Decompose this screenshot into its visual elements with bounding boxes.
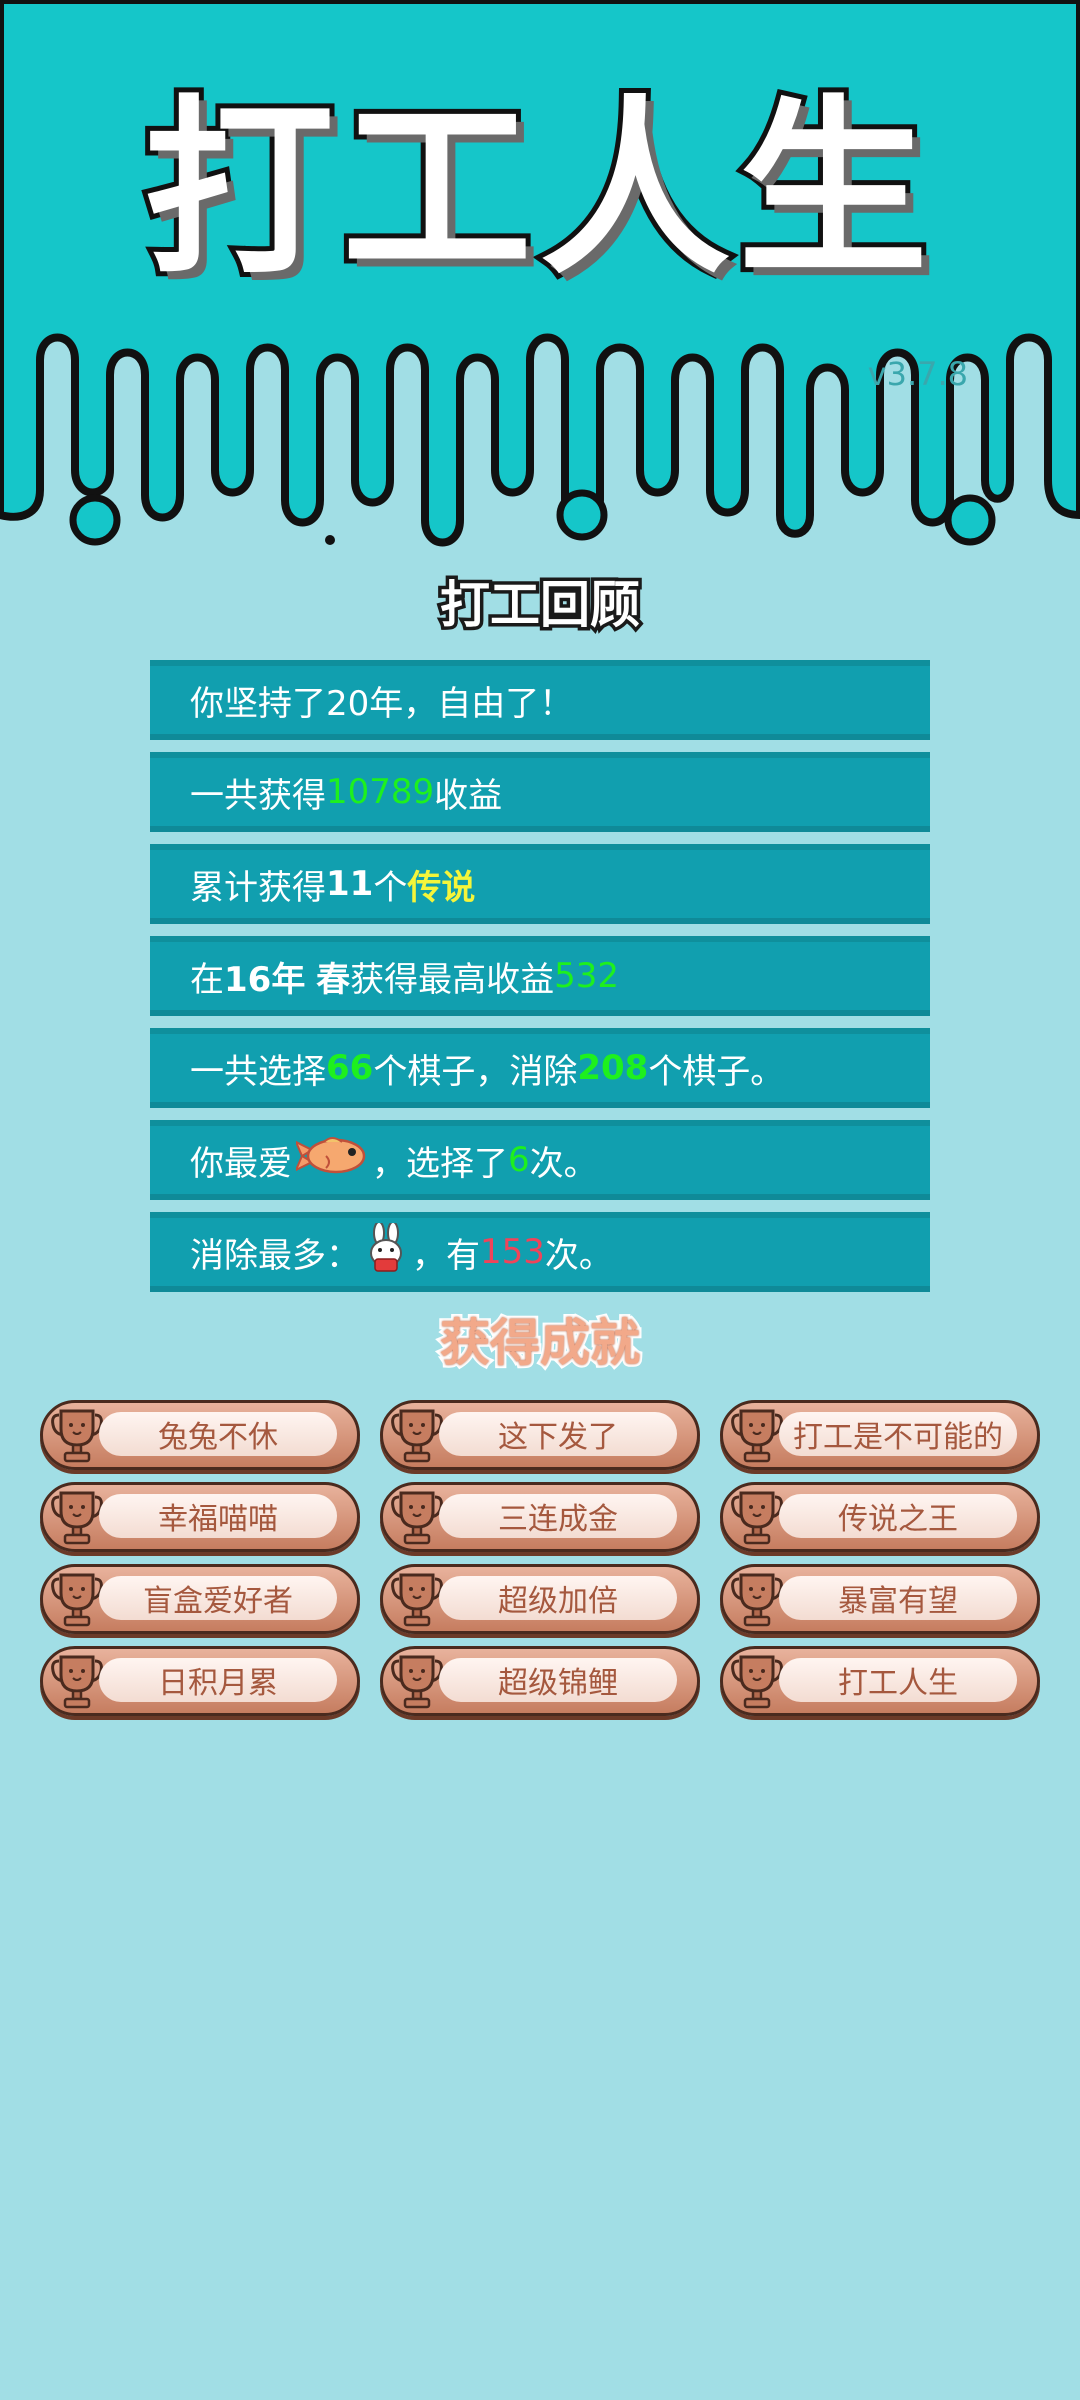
- achievement-badge-10[interactable]: 日积月累: [40, 1646, 360, 1716]
- fish-icon: [294, 1134, 368, 1187]
- removed-count: 208: [577, 1048, 649, 1088]
- trophy-icon: [729, 1489, 785, 1553]
- review-text: 一共选择: [190, 1051, 326, 1092]
- achievement-label: 打工是不可能的: [779, 1412, 1017, 1456]
- review-text: 累计获得: [190, 867, 326, 908]
- achievement-badge-8[interactable]: 超级加倍: [380, 1564, 700, 1634]
- trophy-icon: [49, 1407, 105, 1471]
- review-text: 获得最高收益: [350, 959, 555, 1000]
- review-text: 你最爱: [190, 1143, 292, 1184]
- achievement-label: 传说之王: [779, 1494, 1017, 1538]
- achievement-badge-2[interactable]: 这下发了: [380, 1400, 700, 1470]
- achievement-badge-4[interactable]: 幸福喵喵: [40, 1482, 360, 1552]
- version-label: v3.7.8: [867, 355, 968, 393]
- review-text: 你坚持了20年，自由了！: [190, 683, 574, 724]
- game-title: 打工人生: [139, 79, 936, 300]
- achievement-label: 三连成金: [439, 1494, 677, 1538]
- achievement-label: 幸福喵喵: [99, 1494, 337, 1538]
- review-text: 在: [190, 959, 224, 1000]
- review-row-pieces: 一共选择 66 个棋子，消除 208 个棋子。: [150, 1028, 930, 1108]
- achievements-section-title: 获得成就: [437, 1314, 643, 1372]
- achievement-badge-11[interactable]: 超级锦鲤: [380, 1646, 700, 1716]
- review-text: 一共获得: [190, 775, 326, 816]
- income-value: 10789: [326, 772, 435, 812]
- best-income-value: 532: [554, 956, 620, 996]
- achievement-label: 盲盒爱好者: [99, 1576, 337, 1620]
- achievement-label: 超级加倍: [439, 1576, 677, 1620]
- review-row-years: 你坚持了20年，自由了！: [150, 660, 930, 740]
- legend-count: 11: [326, 864, 374, 904]
- review-row-total-income: 一共获得 10789 收益: [150, 752, 930, 832]
- trophy-icon: [729, 1571, 785, 1635]
- review-text: 个棋子，消除: [373, 1051, 578, 1092]
- best-season: 春: [316, 959, 351, 1000]
- achievements-grid: 兔兔不休 这下发了 打工是不可能的 幸福喵喵 三连成金 传说之王 盲盒爱好者 超…: [40, 1400, 1040, 1716]
- trophy-icon: [49, 1489, 105, 1553]
- rabbit-icon: [364, 1220, 408, 1282]
- chosen-count: 66: [326, 1048, 374, 1088]
- review-text: ，选择了: [372, 1143, 508, 1184]
- legend-label: 传说: [407, 867, 476, 908]
- review-row-most-removed: 消除最多： ，有 153 次。: [150, 1212, 930, 1292]
- review-text: 个: [373, 867, 408, 908]
- achievement-label: 打工人生: [779, 1658, 1017, 1702]
- trophy-icon: [729, 1653, 785, 1717]
- review-text: 个棋子。: [648, 1051, 785, 1092]
- review-text: 消除最多：: [190, 1235, 360, 1276]
- achievement-label: 这下发了: [439, 1412, 677, 1456]
- trophy-icon: [389, 1571, 445, 1635]
- review-row-favorite: 你最爱 ，选择了 6 次。: [150, 1120, 930, 1200]
- review-text: 收益: [434, 775, 503, 816]
- review-text: 次。: [529, 1143, 598, 1184]
- review-list: 你坚持了20年，自由了！ 一共获得 10789 收益 累计获得 11 个传说 在 16年…: [150, 660, 930, 1304]
- best-year: 16年: [224, 959, 306, 1000]
- trophy-icon: [49, 1653, 105, 1717]
- achievement-badge-12[interactable]: 打工人生: [720, 1646, 1040, 1716]
- trophy-icon: [389, 1407, 445, 1471]
- achievement-label: 日积月累: [99, 1658, 337, 1702]
- achievement-label: 超级锦鲤: [439, 1658, 677, 1702]
- achievement-badge-6[interactable]: 传说之王: [720, 1482, 1040, 1552]
- review-row-legends: 累计获得 11 个传说: [150, 844, 930, 924]
- trophy-icon: [49, 1571, 105, 1635]
- achievement-badge-7[interactable]: 盲盒爱好者: [40, 1564, 360, 1634]
- review-text: ，有: [412, 1235, 480, 1276]
- header-banner: 打工人生 v3.7.8: [0, 0, 1080, 560]
- achievement-badge-5[interactable]: 三连成金: [380, 1482, 700, 1552]
- most-removed-count: 153: [480, 1232, 545, 1272]
- trophy-icon: [729, 1407, 785, 1471]
- review-section-title: 打工回顾: [437, 576, 644, 634]
- trophy-icon: [389, 1489, 445, 1553]
- achievement-label: 暴富有望: [779, 1576, 1017, 1620]
- favorite-count: 6: [508, 1140, 530, 1180]
- review-row-best-season: 在 16年 春 获得最高收益 532: [150, 936, 930, 1016]
- achievement-badge-3[interactable]: 打工是不可能的: [720, 1400, 1040, 1470]
- trophy-icon: [389, 1653, 445, 1717]
- achievement-badge-9[interactable]: 暴富有望: [720, 1564, 1040, 1634]
- review-text: 次。: [544, 1235, 613, 1276]
- achievement-label: 兔兔不休: [99, 1412, 337, 1456]
- achievement-badge-1[interactable]: 兔兔不休: [40, 1400, 360, 1470]
